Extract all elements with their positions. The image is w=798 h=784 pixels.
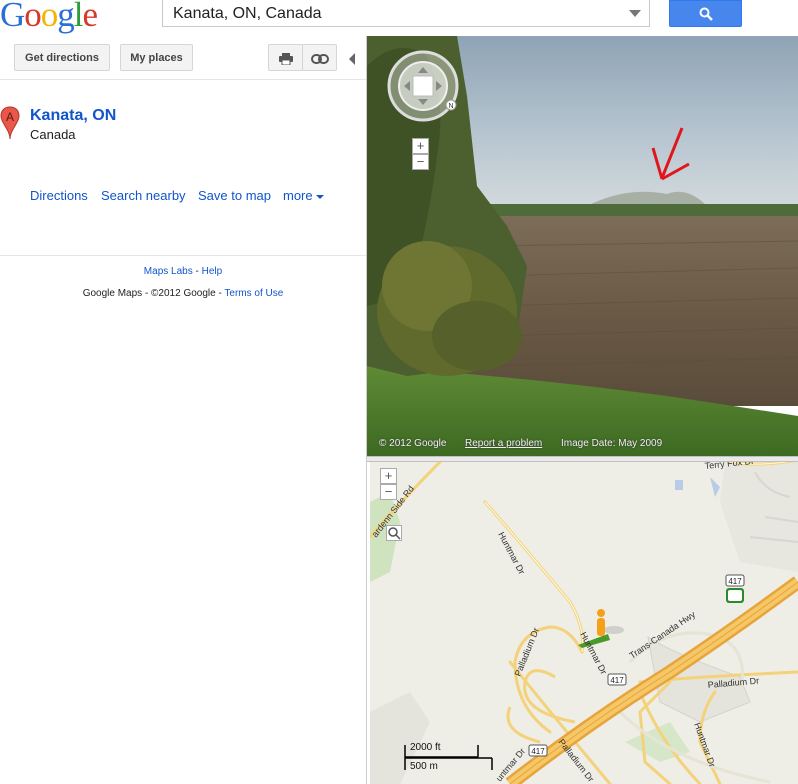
highway-shield: 417: [528, 744, 548, 757]
collapse-panel-icon[interactable]: [349, 53, 355, 65]
sv-copyright: © 2012 Google: [379, 438, 447, 449]
google-logo[interactable]: Google: [0, 0, 99, 35]
report-problem-link[interactable]: Report a problem: [465, 438, 542, 449]
divider: [0, 79, 366, 80]
get-directions-button[interactable]: Get directions: [14, 44, 110, 71]
highway-shield: 417: [607, 673, 627, 686]
scale-meters: 500 m: [410, 761, 438, 772]
terms-link[interactable]: Terms of Use: [224, 288, 283, 299]
my-places-button[interactable]: My places: [120, 44, 193, 71]
link-button[interactable]: [302, 44, 337, 71]
map-view[interactable]: Terry Fox Dr ardenn Side Rd Huntmar Dr H…: [370, 462, 798, 784]
copyright-text: Google Maps - ©2012 Google -: [82, 288, 225, 299]
shield-label: 417: [531, 747, 545, 756]
search-input[interactable]: Kanata, ON, Canada: [162, 0, 650, 27]
marker-label: A: [6, 110, 14, 124]
link-icon: [310, 54, 329, 64]
logo-letter: o: [40, 0, 58, 34]
save-to-map-link[interactable]: Save to map: [198, 188, 271, 203]
logo-letter: o: [24, 0, 41, 34]
left-panel: Get directions My places A Kanata, ON Ca…: [0, 36, 366, 784]
compass-n: N: [448, 103, 453, 110]
street-view-panorama[interactable]: N + − © 2012 Google Report a problem Ima…: [367, 36, 798, 456]
footer-links: Maps Labs - Help: [0, 266, 366, 277]
pan-control[interactable]: N: [387, 50, 461, 124]
map-zoom-in-button[interactable]: +: [380, 468, 397, 484]
more-label: more: [283, 188, 313, 203]
search-dropdown-icon[interactable]: [629, 10, 641, 17]
service-area-icon: [726, 588, 744, 603]
print-icon: [278, 53, 293, 66]
map-canvas[interactable]: Terry Fox Dr ardenn Side Rd Huntmar Dr H…: [370, 462, 798, 784]
place-title[interactable]: Kanata, ON: [30, 107, 116, 125]
zoom-out-button[interactable]: −: [412, 154, 429, 170]
maps-labs-link[interactable]: Maps Labs: [144, 266, 193, 277]
search-button[interactable]: [669, 0, 742, 27]
place-subtitle: Canada: [30, 127, 76, 142]
search-nearby-link[interactable]: Search nearby: [101, 188, 186, 203]
directions-link[interactable]: Directions: [30, 188, 88, 203]
logo-letter: g: [57, 0, 74, 34]
logo-letter: l: [73, 0, 84, 34]
search-value: Kanata, ON, Canada: [173, 5, 322, 22]
divider: [0, 255, 366, 256]
map-zoom-area-button[interactable]: [386, 525, 402, 541]
shield-label: 417: [728, 577, 742, 586]
marker-a-icon[interactable]: A: [0, 106, 20, 140]
map-zoom-out-button[interactable]: −: [380, 484, 397, 500]
more-menu[interactable]: more: [283, 188, 324, 203]
zoom-in-button[interactable]: +: [412, 138, 429, 154]
footer-copyright: Google Maps - ©2012 Google - Terms of Us…: [0, 288, 366, 299]
logo-letter: e: [82, 0, 99, 34]
search-icon: [699, 7, 713, 21]
image-date: Image Date: May 2009: [561, 438, 663, 449]
shield-label: 417: [610, 676, 624, 685]
logo-letter: G: [0, 0, 25, 34]
highway-shield: 417: [725, 574, 745, 587]
magnifier-icon: [388, 527, 401, 540]
separator: -: [192, 266, 202, 277]
chevron-down-icon: [315, 194, 324, 199]
help-link[interactable]: Help: [202, 266, 223, 277]
print-button[interactable]: [268, 44, 303, 71]
scale-feet: 2000 ft: [410, 742, 441, 753]
